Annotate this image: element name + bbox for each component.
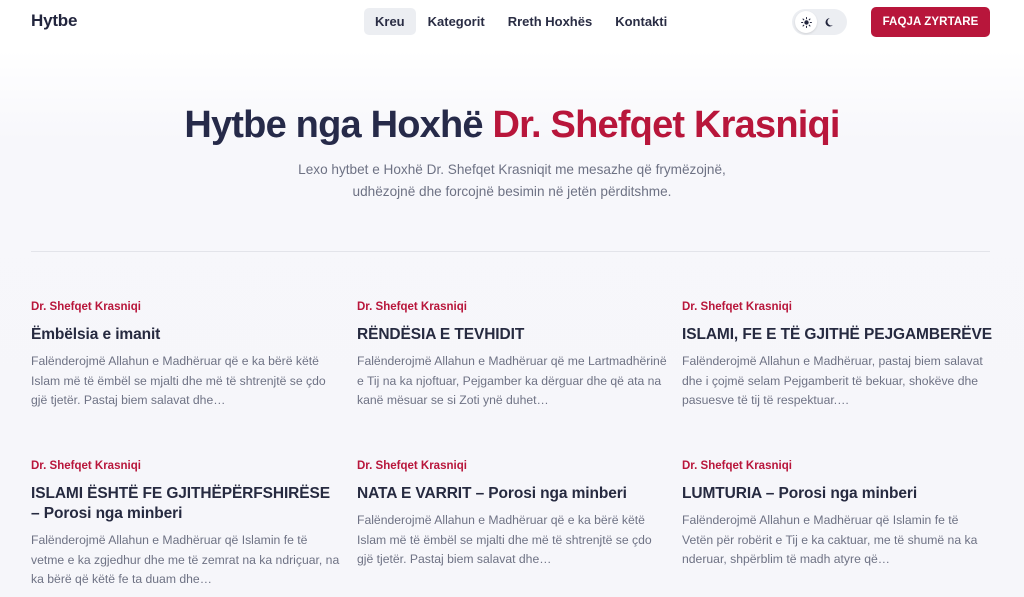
nav-item-kategorit[interactable]: Kategorit bbox=[417, 8, 496, 35]
post-title[interactable]: Ëmbëlsia e imanit bbox=[31, 325, 341, 345]
post-author[interactable]: Dr. Shefqet Krasniqi bbox=[682, 301, 992, 317]
post-card[interactable]: Dr. Shefqet Krasniqi NATA E VARRIT – Por… bbox=[357, 460, 667, 570]
page-title-main: Hytbe nga Hoxhë bbox=[184, 104, 493, 146]
post-excerpt: Falënderojmë Allahun e Madhëruar që e ka… bbox=[357, 513, 652, 566]
post-title[interactable]: NATA E VARRIT – Porosi nga minberi bbox=[357, 484, 667, 504]
page-title-accent: Dr. Shefqet Krasniqi bbox=[492, 104, 840, 146]
post-author[interactable]: Dr. Shefqet Krasniqi bbox=[31, 301, 341, 317]
post-card[interactable]: Dr. Shefqet Krasniqi Ëmbëlsia e imanit F… bbox=[31, 301, 341, 411]
official-page-button[interactable]: FAQJA ZYRTARE bbox=[871, 7, 990, 37]
post-title[interactable]: ISLAMI, FE E TË GJITHË PEJGAMBERËVE bbox=[682, 325, 992, 345]
theme-toggle bbox=[792, 9, 847, 35]
post-excerpt: Falënderojmë Allahun e Madhëruar që e ka… bbox=[31, 354, 326, 407]
page-title: Hytbe nga Hoxhë Dr. Shefqet Krasniqi bbox=[0, 104, 1024, 147]
main-nav: Kreu Kategorit Rreth Hoxhës Kontakti bbox=[364, 8, 679, 35]
nav-item-kreu[interactable]: Kreu bbox=[364, 8, 416, 35]
page-subtitle: Lexo hytbet e Hoxhë Dr. Shefqet Krasniqi… bbox=[262, 159, 762, 203]
post-card[interactable]: Dr. Shefqet Krasniqi LUMTURIA – Porosi n… bbox=[682, 460, 992, 570]
post-excerpt: Falënderojmë Allahun e Madhëruar, pastaj… bbox=[682, 354, 983, 407]
post-excerpt: Falënderojmë Allahun e Madhëruar që me L… bbox=[357, 354, 667, 407]
post-excerpt: Falënderojmë Allahun e Madhëruar që Isla… bbox=[31, 533, 340, 586]
moon-icon[interactable] bbox=[819, 11, 841, 33]
post-title[interactable]: RËNDËSIA E TEVHIDIT bbox=[357, 325, 667, 345]
sun-icon[interactable] bbox=[795, 11, 817, 33]
post-card[interactable]: Dr. Shefqet Krasniqi ISLAMI ËSHTË FE GJI… bbox=[31, 460, 341, 590]
post-excerpt: Falënderojmë Allahun e Madhëruar që Isla… bbox=[682, 513, 978, 566]
post-card[interactable]: Dr. Shefqet Krasniqi RËNDËSIA E TEVHIDIT… bbox=[357, 301, 667, 411]
page-subtitle-line-2: udhëzojnë dhe forcojnë besimin në jetën … bbox=[352, 184, 672, 199]
site-header: Hytbe Kreu Kategorit Rreth Hoxhës Kontak… bbox=[0, 0, 1024, 44]
page-subtitle-line-1: Lexo hytbet e Hoxhë Dr. Shefqet Krasniqi… bbox=[298, 162, 726, 177]
post-author[interactable]: Dr. Shefqet Krasniqi bbox=[357, 301, 667, 317]
section-divider bbox=[31, 251, 990, 252]
site-logo[interactable]: Hytbe bbox=[31, 11, 77, 31]
post-title[interactable]: ISLAMI ËSHTË FE GJITHËPËRFSHIRËSE – Poro… bbox=[31, 484, 341, 524]
post-author[interactable]: Dr. Shefqet Krasniqi bbox=[682, 460, 992, 476]
post-author[interactable]: Dr. Shefqet Krasniqi bbox=[357, 460, 667, 476]
post-card[interactable]: Dr. Shefqet Krasniqi ISLAMI, FE E TË GJI… bbox=[682, 301, 992, 411]
post-title[interactable]: LUMTURIA – Porosi nga minberi bbox=[682, 484, 992, 504]
post-author[interactable]: Dr. Shefqet Krasniqi bbox=[31, 460, 341, 476]
nav-item-rreth-hoxhes[interactable]: Rreth Hoxhës bbox=[497, 8, 604, 35]
nav-item-kontakti[interactable]: Kontakti bbox=[604, 8, 678, 35]
